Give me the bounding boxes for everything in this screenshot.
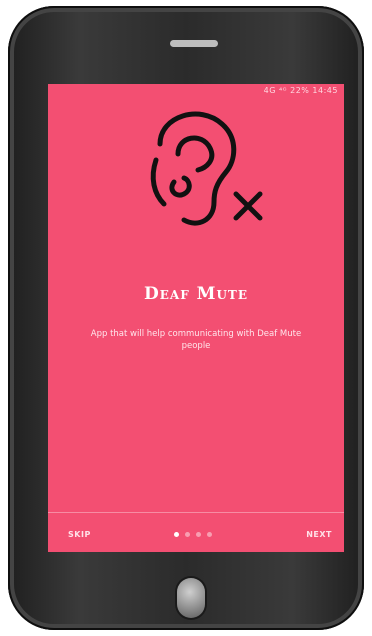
phone-device: 4G ⁴ᴳ 22% 14:45 Deaf Mute App that will … (8, 6, 364, 630)
ear-muted-icon (150, 111, 263, 226)
app-screen: 4G ⁴ᴳ 22% 14:45 Deaf Mute App that will … (48, 84, 344, 552)
home-button[interactable] (177, 578, 205, 618)
page-dot-2[interactable] (185, 532, 190, 537)
bottom-divider (48, 512, 344, 513)
next-button[interactable]: NEXT (306, 530, 332, 539)
status-bar: 4G ⁴ᴳ 22% 14:45 (263, 86, 338, 95)
page-dot-3[interactable] (196, 532, 201, 537)
skip-button[interactable]: SKIP (68, 530, 91, 539)
page-dot-4[interactable] (207, 532, 212, 537)
onboarding-description: App that will help communicating with De… (90, 329, 302, 351)
speaker-grille (170, 40, 218, 47)
page-indicator (174, 532, 212, 537)
page-dot-1[interactable] (174, 532, 179, 537)
onboarding-title: Deaf Mute (144, 284, 248, 304)
